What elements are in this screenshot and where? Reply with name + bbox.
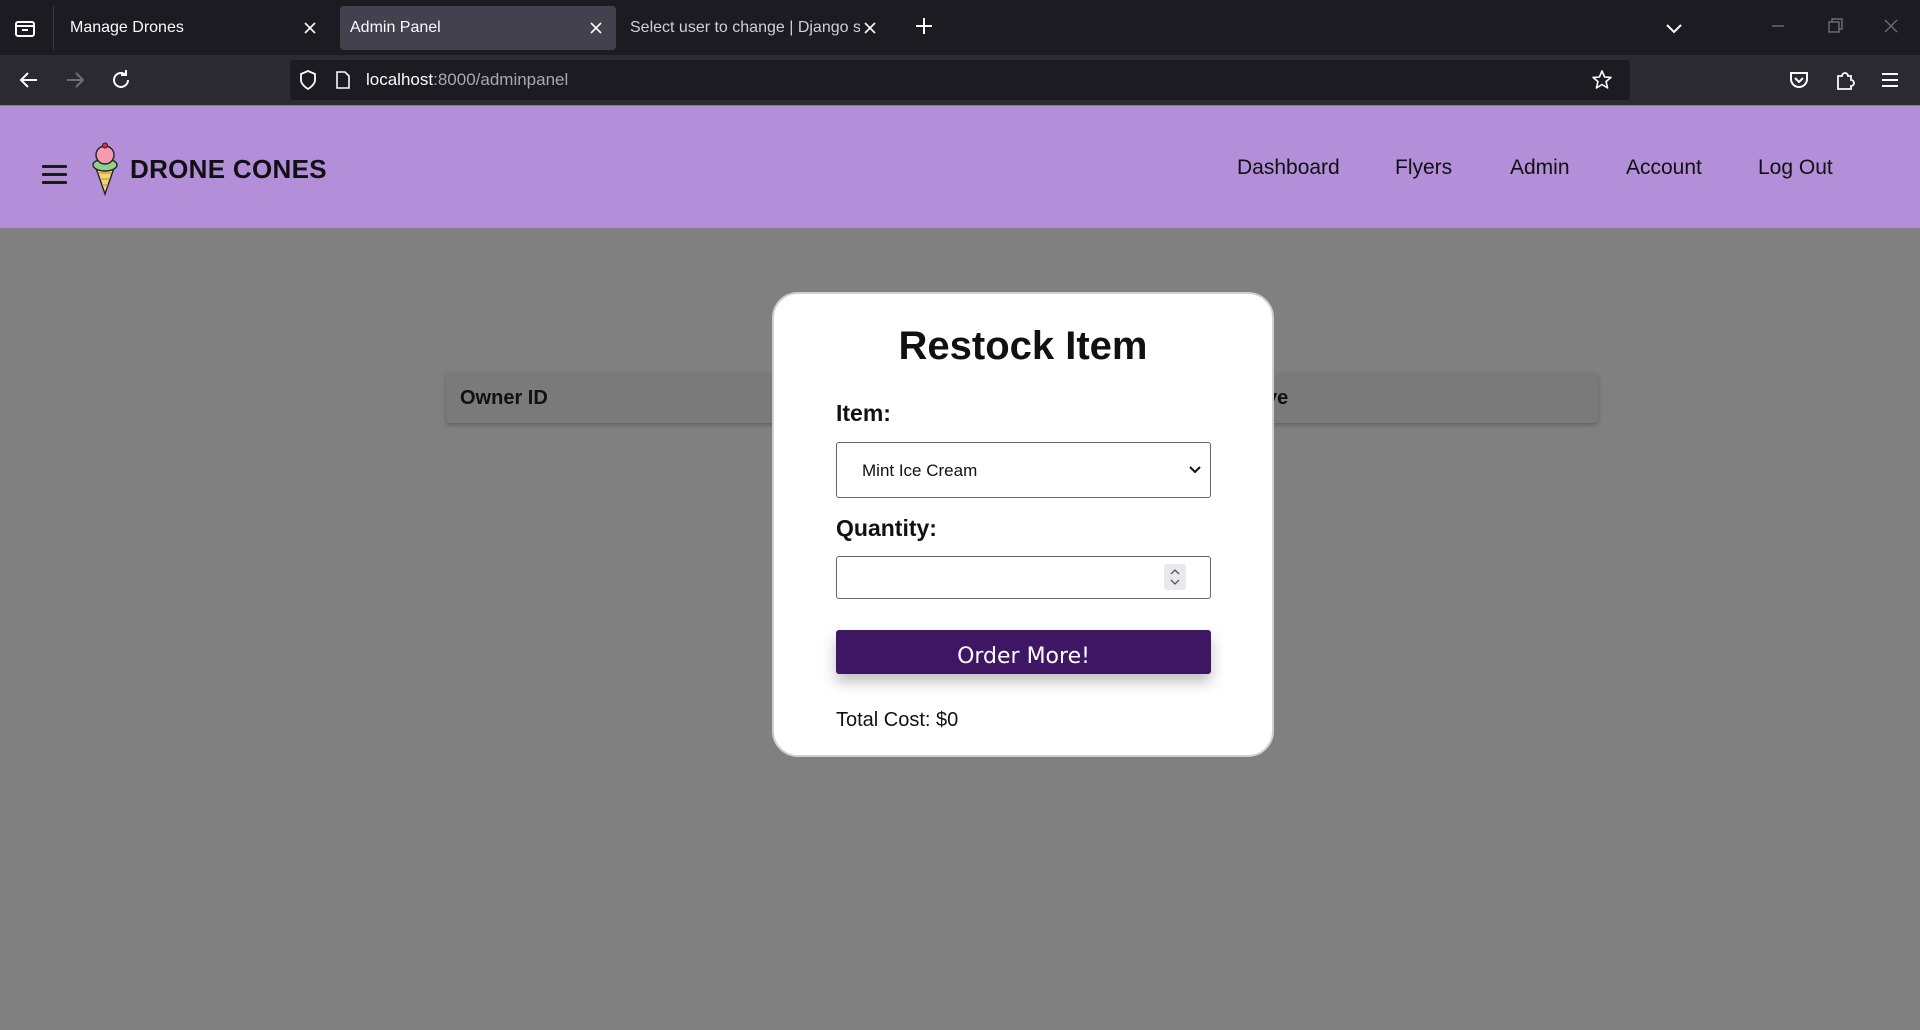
url-bar[interactable]: localhost:8000/adminpanel	[290, 60, 1630, 100]
restock-modal: Restock Item Item: Mint Ice Cream Quanti…	[772, 292, 1274, 757]
restore-icon[interactable]	[1823, 14, 1847, 38]
nav-link-account[interactable]: Account	[1626, 156, 1702, 180]
chevron-down-icon[interactable]	[1660, 16, 1688, 40]
item-select-value: Mint Ice Cream	[862, 461, 978, 480]
forward-arrow-icon[interactable]	[62, 67, 88, 93]
main-nav: Dashboard Flyers Admin Account Log Out	[0, 156, 1920, 186]
nav-link-log-out[interactable]: Log Out	[1758, 156, 1833, 180]
pocket-icon[interactable]	[1786, 67, 1812, 93]
url-path: :8000/adminpanel	[433, 70, 569, 89]
tab-title: Manage Drones	[70, 19, 184, 36]
new-tab-icon[interactable]	[912, 14, 936, 38]
tab-manage-drones[interactable]: Manage Drones	[60, 6, 330, 50]
shield-icon[interactable]	[298, 69, 318, 91]
tab-list-icon[interactable]	[12, 15, 38, 41]
close-icon[interactable]	[300, 18, 320, 38]
modal-title: Restock Item	[898, 324, 1148, 368]
tab-django-admin[interactable]: Select user to change | Django site a	[620, 6, 890, 50]
browser-tab-bar: Manage Drones Admin Panel Select user to…	[0, 0, 1920, 55]
tab-title: Select user to change | Django site a	[630, 19, 860, 36]
menu-icon[interactable]	[1877, 67, 1903, 93]
tab-admin-panel[interactable]: Admin Panel	[340, 6, 616, 50]
column-header-owner-id: Owner ID	[460, 387, 548, 409]
item-select[interactable]: Mint Ice Cream	[836, 442, 1211, 498]
bookmark-star-icon[interactable]	[1590, 68, 1614, 92]
tab-title: Admin Panel	[350, 19, 441, 36]
quantity-input[interactable]	[836, 556, 1211, 599]
order-more-button[interactable]: Order More!	[836, 630, 1211, 674]
chevron-down-icon	[1189, 466, 1201, 474]
minimize-icon[interactable]	[1766, 14, 1790, 38]
close-window-icon[interactable]	[1879, 14, 1903, 38]
quantity-label: Quantity:	[836, 515, 937, 541]
url-host: localhost	[366, 70, 434, 89]
nav-link-admin[interactable]: Admin	[1510, 156, 1570, 180]
item-label: Item:	[836, 400, 891, 426]
page-icon[interactable]	[334, 70, 352, 90]
back-arrow-icon[interactable]	[16, 67, 42, 93]
close-icon[interactable]	[860, 18, 880, 38]
extensions-icon[interactable]	[1832, 67, 1858, 93]
tab-separator	[53, 6, 54, 50]
url-text[interactable]: localhost:8000/adminpanel	[366, 70, 568, 90]
browser-nav-bar: localhost:8000/adminpanel	[0, 55, 1920, 105]
nav-link-dashboard[interactable]: Dashboard	[1237, 156, 1340, 180]
reload-icon[interactable]	[108, 67, 134, 93]
quantity-stepper-icon[interactable]	[1164, 564, 1186, 590]
nav-link-flyers[interactable]: Flyers	[1395, 156, 1452, 180]
close-icon[interactable]	[586, 18, 606, 38]
app-header: DRONE CONES Dashboard Flyers Admin Accou…	[0, 106, 1920, 228]
total-cost: Total Cost: $0	[836, 709, 959, 731]
